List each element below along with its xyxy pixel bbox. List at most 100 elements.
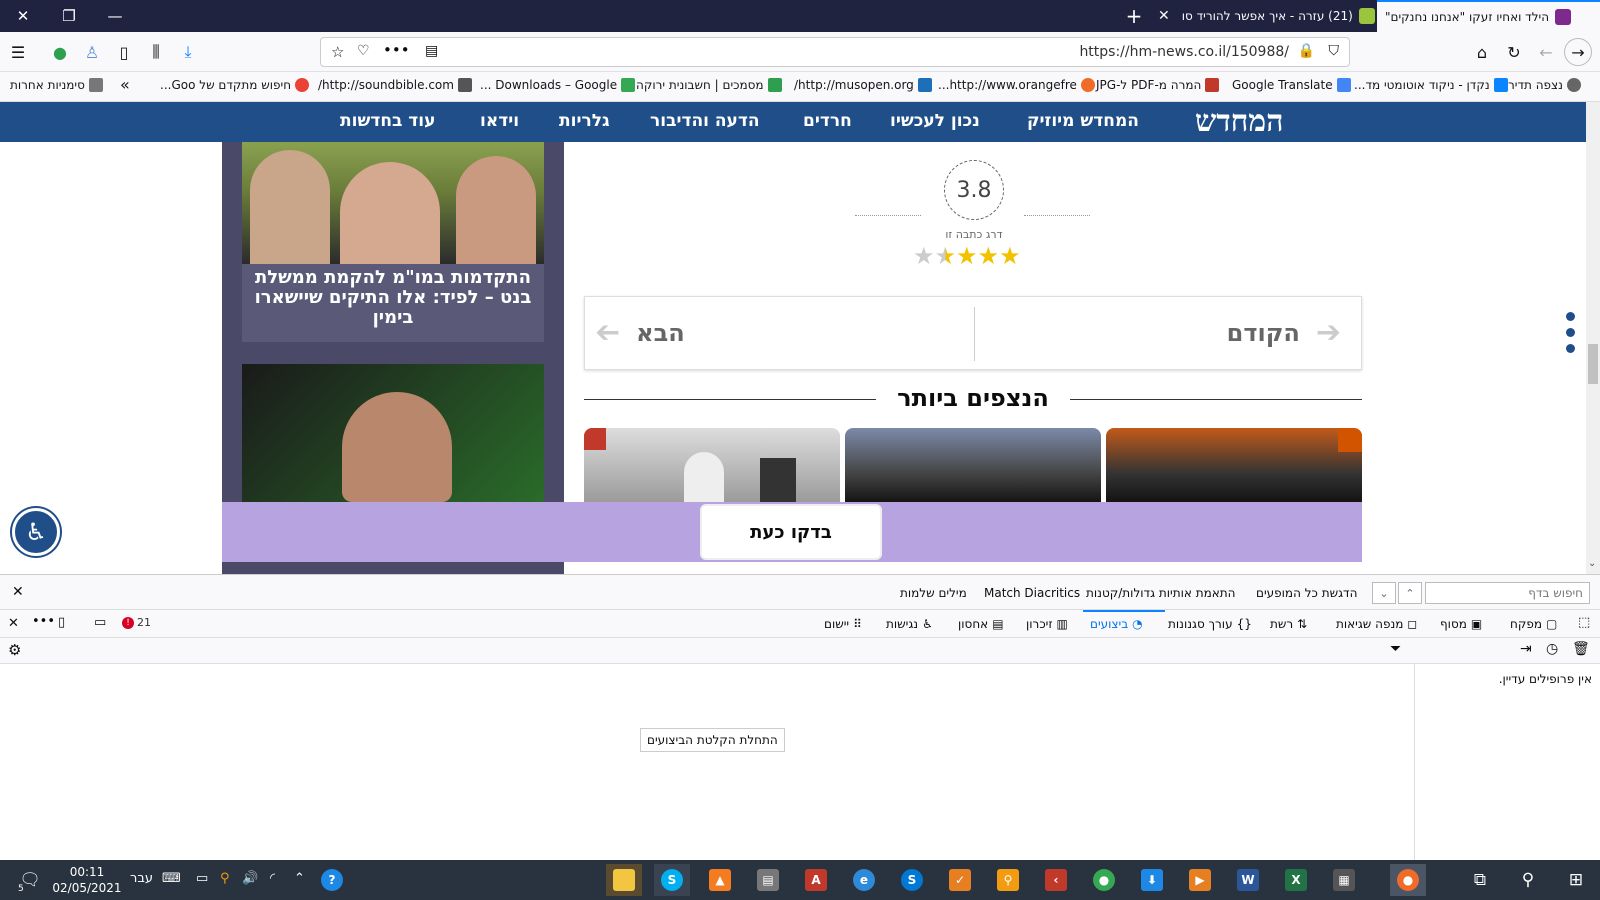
pocket-icon[interactable]: ♡ (357, 43, 370, 59)
word-icon[interactable]: W (1230, 864, 1266, 896)
close-find-bar-icon[interactable]: ✕ (12, 584, 24, 600)
search-icon[interactable]: ⚲ (1510, 864, 1546, 896)
rating-stars[interactable]: ★★★★★ (913, 242, 1021, 270)
lock-icon[interactable]: 🔒 (1298, 43, 1315, 59)
devtools-menu-icon[interactable]: ••• (32, 614, 55, 629)
bookmark-item[interactable]: המרה מ-PDF ל-JPG (1096, 78, 1220, 92)
bookmark-item[interactable]: http://musopen.org/ (794, 78, 932, 92)
other-bookmarks[interactable]: סימניות אחרות (10, 78, 103, 92)
bookmarks-overflow-icon[interactable]: » (120, 75, 130, 94)
match-case-option[interactable]: התאמת אותיות גדולות/קטנות (1086, 586, 1235, 600)
forward-icon[interactable]: ← (1532, 38, 1560, 66)
bookmark-item[interactable]: נצפה תדיר (1508, 78, 1581, 92)
tab-inspector[interactable]: ▢ מפקח (1510, 617, 1557, 631)
skype-business-icon[interactable]: S (894, 864, 930, 896)
page-scrollbar[interactable]: ⌄ (1586, 102, 1600, 574)
tracking-shield-icon[interactable]: ⛉ (1329, 43, 1340, 59)
whole-words-option[interactable]: מילים שלמות (900, 586, 967, 600)
find-next-icon[interactable]: ⌄ (1372, 582, 1396, 604)
match-diacritics-option[interactable]: Match Diacritics (984, 586, 1080, 600)
profile-icon[interactable]: ♙ (78, 38, 106, 66)
bookmark-item[interactable]: חיפוש מתקדם של Goo... (160, 78, 310, 92)
article-photo[interactable] (242, 142, 544, 264)
check-now-button[interactable]: בדקו כעת (702, 506, 880, 558)
close-window-icon[interactable]: ✕ (0, 0, 46, 32)
media-player-icon[interactable]: ▶ (1182, 864, 1218, 896)
nav-item-haredim[interactable]: חרדים (803, 111, 852, 131)
back-icon[interactable]: → (1564, 38, 1592, 66)
bookmark-item[interactable]: Google Translate (1232, 78, 1351, 92)
help-icon[interactable]: ? (314, 864, 350, 896)
firefox-taskbar-icon[interactable]: ● (1390, 864, 1426, 896)
find-previous-icon[interactable]: ⌃ (1398, 582, 1422, 604)
language-indicator[interactable]: עבר (130, 871, 153, 886)
find-input[interactable]: חיפוש בדף (1425, 582, 1590, 604)
start-recording-button[interactable]: התחלת הקלטת הביצועים (640, 728, 785, 752)
calculator-icon[interactable]: ▦ (1326, 864, 1362, 896)
element-picker-icon[interactable]: ⬚ (1578, 615, 1590, 630)
reader-view-icon[interactable]: ▤ (425, 43, 438, 59)
tab-memory[interactable]: ▥ זיכרון (1026, 617, 1068, 631)
sidebar-article-title[interactable]: התקדמות במו"מ להקמת ממשלת בנט – לפיד: אל… (246, 268, 540, 328)
nav-item-opinion[interactable]: הדעה והדיבור (650, 111, 760, 131)
article-photo[interactable] (242, 364, 544, 502)
edge-icon[interactable]: e (846, 864, 882, 896)
downloads-icon[interactable]: ⤓ (174, 38, 202, 66)
tab-accessibility[interactable]: ♿ נגישות (886, 617, 933, 631)
tab-performance[interactable]: ◔ ביצועים (1090, 617, 1143, 631)
excel-icon[interactable]: X (1278, 864, 1314, 896)
most-viewed-thumbnail[interactable] (1106, 428, 1362, 504)
highlight-all-option[interactable]: הדגשת כל המופעים (1256, 586, 1357, 600)
promo-banner[interactable]: בדקו כעת (222, 502, 1362, 562)
nav-item-now[interactable]: נכון לעכשיו (890, 111, 980, 131)
tab-help[interactable]: (21) עזרה - איך אפשר להוריד סו ✕ (1150, 0, 1376, 32)
file-explorer-icon[interactable] (606, 864, 642, 896)
minimize-window-icon[interactable]: — (92, 0, 138, 32)
dock-icon[interactable]: ▭ (94, 615, 106, 630)
menu-icon[interactable]: ☰ (4, 38, 32, 66)
most-viewed-thumbnail[interactable] (845, 428, 1101, 504)
next-article-button[interactable]: הבא ➔ (595, 315, 685, 350)
tab-debugger[interactable]: ◻ מנפה שגיאות (1336, 617, 1417, 631)
import-icon[interactable]: ⇥ (1520, 641, 1532, 657)
star-icon[interactable]: ★ (913, 242, 935, 270)
bookmark-item[interactable]: http://soundbible.com/ (318, 78, 472, 92)
star-icon[interactable]: ★ (978, 242, 1000, 270)
previous-article-button[interactable]: ➔ הקודם (1227, 315, 1341, 350)
side-menu-dots-icon[interactable] (1566, 312, 1578, 360)
error-indicator[interactable]: ! 21 (122, 616, 151, 629)
star-icon[interactable]: ★ (956, 242, 978, 270)
scanner-icon[interactable]: ▤ (750, 864, 786, 896)
library-icon[interactable]: ⫼ (142, 38, 170, 66)
star-icon[interactable]: ☆ (331, 43, 344, 61)
home-icon[interactable]: ⌂ (1468, 38, 1496, 66)
show-hidden-icons-icon[interactable]: ⌃ (294, 871, 305, 886)
filter-icon[interactable]: ⏷ (1390, 641, 1401, 657)
windows-start-icon[interactable]: ⊞ (1558, 864, 1594, 896)
chrome-icon[interactable]: ● (1086, 864, 1122, 896)
tab-application[interactable]: ⠿ יישום (824, 617, 862, 631)
tasks-icon[interactable]: ✓ (942, 864, 978, 896)
task-view-icon[interactable]: ⧉ (1462, 864, 1498, 896)
bookmark-item[interactable]: http://www.orangefre... (938, 78, 1095, 92)
more-actions-icon[interactable]: ••• (383, 41, 410, 59)
scroll-down-icon[interactable]: ⌄ (1588, 558, 1596, 569)
tab-storage[interactable]: ▤ אחסון (958, 617, 1004, 631)
close-tab-icon[interactable]: ✕ (1158, 8, 1170, 24)
system-clock[interactable]: 00:11 02/05/2021 (52, 864, 122, 896)
bookmark-item[interactable]: Downloads – Google ... (480, 78, 636, 92)
half-star-icon[interactable]: ★ (935, 242, 957, 270)
star-icon[interactable]: ★ (999, 242, 1021, 270)
most-viewed-thumbnail[interactable] (584, 428, 840, 504)
sidebar-icon[interactable]: ▯ (110, 38, 138, 66)
close-devtools-icon[interactable]: ✕ (8, 616, 19, 631)
bookmark-item[interactable]: מסמכים | חשבונית ירוקה (636, 78, 782, 92)
search-tool-icon[interactable]: ⚲ (990, 864, 1026, 896)
trash-icon[interactable]: 🗑 (1572, 641, 1590, 657)
vlc-icon[interactable]: ▲ (702, 864, 738, 896)
nav-item-more-news[interactable]: עוד בחדשות (340, 111, 435, 131)
skype-icon[interactable]: S (654, 864, 690, 896)
responsive-mode-icon[interactable]: ▯ (58, 615, 65, 630)
accessibility-icon[interactable]: ♿ (12, 508, 60, 556)
keyboard-icon[interactable]: ⌨ (162, 871, 181, 886)
